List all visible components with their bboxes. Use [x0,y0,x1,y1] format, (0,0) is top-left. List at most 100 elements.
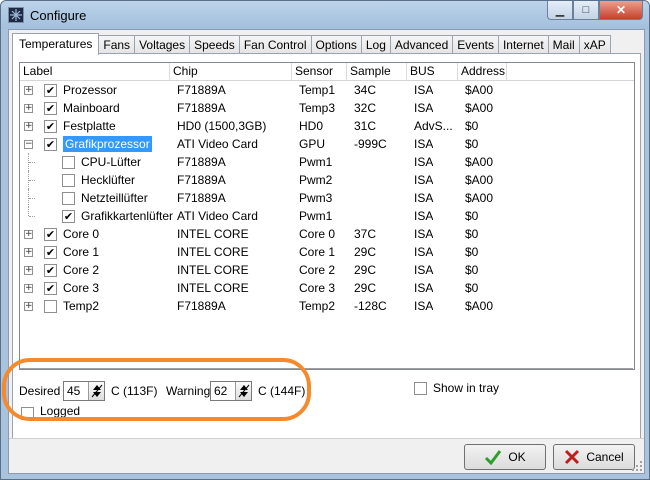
table-row[interactable]: + ✔ Prozessor F71889A Temp1 34C ISA $A00 [20,81,634,99]
cell-address: $A00 [465,83,494,97]
warning-label: Warning [166,384,211,398]
cell-chip: F71889A [177,191,226,205]
warning-spinner[interactable]: 62 [210,381,252,401]
row-label[interactable]: Core 1 [63,243,99,261]
table-row[interactable]: + ✔ Festplatte HD0 (1500,3GB) HD0 31C AdvS... $… [20,117,634,135]
sensor-checkbox[interactable]: ✔ [44,84,57,97]
window-title: Configure [30,8,87,23]
cell-address: $A00 [465,101,494,115]
row-label[interactable]: Temp2 [63,297,99,315]
column-header-bus[interactable]: BUS [407,63,458,80]
row-label[interactable]: CPU-Lüfter [81,153,141,171]
collapse-icon[interactable]: − [24,140,33,149]
sensor-checkbox[interactable] [62,156,75,169]
ok-button[interactable]: OK [464,444,546,470]
maximize-button[interactable]: □ [573,1,599,20]
table-row[interactable]: − ✔ Grafikprozessor ATI Video Card GPU -999C I… [20,135,634,153]
cancel-button-label: Cancel [586,450,624,464]
table-row[interactable]: CPU-Lüfter F71889A Pwm1 ISA $A00 [20,153,634,171]
expand-icon[interactable]: + [24,248,33,257]
sensor-checkbox[interactable] [44,300,57,313]
table-row[interactable]: + Temp2 F71889A Temp2 -128C ISA $A00 [20,297,634,315]
table-row[interactable]: Hecklüfter F71889A Pwm2 ISA $A00 [20,171,634,189]
sensor-checkbox[interactable]: ✔ [44,138,57,151]
spin-arrows-icon [91,384,103,398]
table-row[interactable]: + ✔ Core 3 INTEL CORE Core 3 29C ISA $0 [20,279,634,297]
cell-chip: ATI Video Card [177,137,258,151]
cell-sensor: Temp1 [299,83,336,97]
tab-temperatures[interactable]: Temperatures [12,33,100,55]
table-row[interactable]: + ✔ Mainboard F71889A Temp3 32C ISA $A00 [20,99,634,117]
table-row[interactable]: ✔ Grafikkartenlüfter ATI Video Card Pwm1 ISA… [20,207,634,225]
sensor-checkbox[interactable]: ✔ [44,282,57,295]
cell-address: $0 [465,209,479,223]
tab-fan-control[interactable]: Fan Control [239,35,312,54]
table-row[interactable]: + ✔ Core 0 INTEL CORE Core 0 37C ISA $0 [20,225,634,243]
dialog-client: Temperatures Fans Voltages Speeds Fan Contro… [8,29,645,474]
expand-icon[interactable]: + [24,284,33,293]
sensor-checkbox[interactable] [62,174,75,187]
tab-fans[interactable]: Fans [99,35,136,54]
row-label[interactable]: Hecklüfter [81,171,135,189]
row-label[interactable]: Grafikkartenlüfter [81,207,173,225]
sensor-checkbox[interactable]: ✔ [44,264,57,277]
warning-value: 62 [214,384,228,398]
expand-icon[interactable]: + [24,122,33,131]
column-header-address[interactable]: Address [458,63,507,80]
row-label[interactable]: Grafikprozessor [63,136,152,152]
table-row[interactable]: + ✔ Core 2 INTEL CORE Core 2 29C ISA $0 [20,261,634,279]
row-label[interactable]: Core 0 [63,225,99,243]
sensor-checkbox[interactable]: ✔ [44,102,57,115]
app-icon [8,7,24,23]
cell-bus: ISA [414,245,434,259]
row-label[interactable]: Festplatte [63,117,116,135]
show-in-tray-checkbox[interactable] [414,382,427,395]
cell-address: $0 [465,263,479,277]
threshold-bar: Desired 45 C (113F) Warning 62 C (144F) [13,368,640,438]
minimize-button[interactable]: ▁ [547,1,573,20]
sensor-checkbox[interactable]: ✔ [44,228,57,241]
row-label[interactable]: Core 3 [63,279,99,297]
column-header-label[interactable]: Label [20,63,170,80]
tab-log[interactable]: Log [361,35,391,54]
tab-internet[interactable]: Internet [498,35,549,54]
show-in-tray-label[interactable]: Show in tray [433,381,499,395]
column-header-sensor[interactable]: Sensor [292,63,347,80]
row-label[interactable]: Prozessor [63,81,117,99]
table-row[interactable]: + ✔ Core 1 INTEL CORE Core 1 29C ISA $0 [20,243,634,261]
sensor-list[interactable]: Label Chip Sensor Sample BUS Address + ✔ P… [19,62,635,370]
tab-mail[interactable]: Mail [548,35,580,54]
temperatures-panel: Label Chip Sensor Sample BUS Address + ✔ P… [12,53,641,439]
column-header-sample[interactable]: Sample [347,63,407,80]
sensor-checkbox[interactable]: ✔ [62,210,75,223]
expand-icon[interactable]: + [24,104,33,113]
logged-label[interactable]: Logged [40,404,80,418]
tab-options[interactable]: Options [311,35,362,54]
desired-spinner[interactable]: 45 [63,381,105,401]
row-label[interactable]: Mainboard [63,99,120,117]
table-row[interactable]: Netzteillüfter F71889A Pwm3 ISA $A00 [20,189,634,207]
logged-checkbox[interactable] [21,407,34,420]
row-label[interactable]: Netzteillüfter [81,189,148,207]
expand-icon[interactable]: + [24,266,33,275]
tab-xap[interactable]: xAP [579,35,611,54]
tab-events[interactable]: Events [453,35,499,54]
row-label[interactable]: Core 2 [63,261,99,279]
tab-voltages[interactable]: Voltages [135,35,191,54]
sensor-checkbox[interactable]: ✔ [44,246,57,259]
expand-icon[interactable]: + [24,230,33,239]
expand-icon[interactable]: + [24,86,33,95]
close-button[interactable]: ✕ [599,1,643,20]
warning-spin-arrows[interactable] [235,382,251,400]
column-header-chip[interactable]: Chip [170,63,292,80]
title-bar[interactable]: Configure ▁ □ ✕ [1,1,649,29]
expand-icon[interactable]: + [24,302,33,311]
cell-chip: F71889A [177,299,226,313]
sensor-checkbox[interactable] [62,192,75,205]
sensor-checkbox[interactable]: ✔ [44,120,57,133]
tab-speeds[interactable]: Speeds [190,35,240,54]
tab-advanced[interactable]: Advanced [390,35,454,54]
cancel-button[interactable]: Cancel [553,444,635,470]
list-header: Label Chip Sensor Sample BUS Address [20,63,634,81]
desired-spin-arrows[interactable] [88,382,104,400]
